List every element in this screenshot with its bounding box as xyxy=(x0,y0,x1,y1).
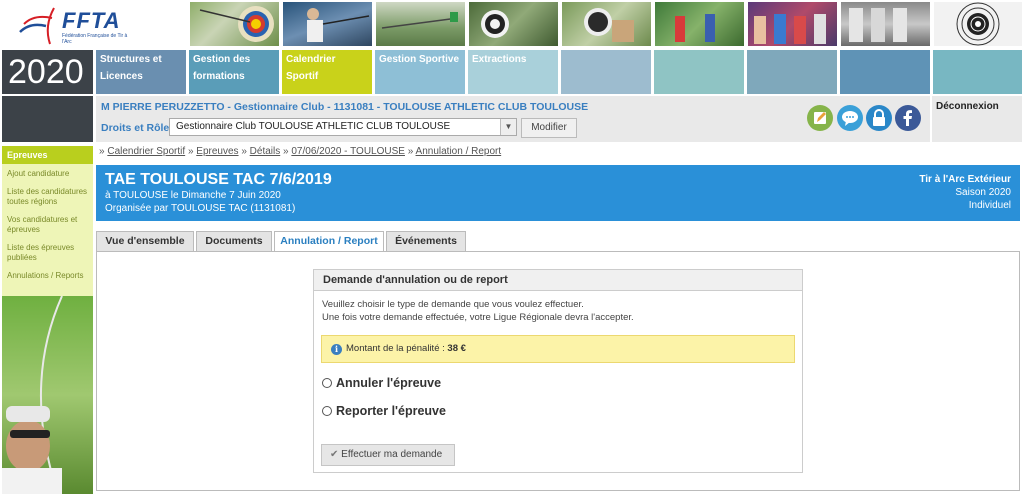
chevron-down-icon: ▼ xyxy=(500,119,516,135)
option-cancel[interactable]: Annuler l'épreuve xyxy=(322,376,441,390)
modify-button[interactable]: Modifier xyxy=(521,118,577,138)
breadcrumb-separator: » xyxy=(241,146,247,157)
sidebar-header-block xyxy=(2,96,93,142)
check-icon: ✔ xyxy=(330,449,339,460)
tab-documents[interactable]: Documents xyxy=(196,231,272,251)
ffta-logo-icon xyxy=(19,7,55,45)
postpone-radio[interactable] xyxy=(322,406,332,416)
event-type: Individuel xyxy=(968,200,1011,211)
season-year: 2020 xyxy=(2,50,93,94)
breadcrumb-separator: » xyxy=(407,146,414,157)
sidebar-item-annulations-reports[interactable]: Annulations / Reports xyxy=(2,269,93,283)
breadcrumb-item-epreuves[interactable]: Epreuves xyxy=(196,146,238,157)
event-discipline: Tir à l'Arc Extérieur xyxy=(919,174,1011,185)
penalty-notice: i Montant de la pénalité : 38 € xyxy=(321,335,795,363)
event-location-date: à TOULOUSE le Dimanche 7 Juin 2020 xyxy=(105,190,281,201)
tab-evenements[interactable]: Événements xyxy=(386,231,466,251)
penalty-label: Montant de la pénalité : xyxy=(346,343,445,354)
nav-tile-empty xyxy=(561,50,651,94)
breadcrumb-separator: » xyxy=(283,146,289,157)
header-photo xyxy=(562,2,651,46)
option-postpone[interactable]: Reporter l'épreuve xyxy=(322,404,446,418)
header-photo xyxy=(376,2,465,46)
penalty-amount: 38 € xyxy=(447,343,466,354)
cancel-radio[interactable] xyxy=(322,378,332,388)
role-select[interactable]: Gestionnaire Club TOULOUSE ATHLETIC CLUB… xyxy=(169,118,517,136)
role-select-value: Gestionnaire Club TOULOUSE ATHLETIC CLUB… xyxy=(176,121,451,132)
chat-icon[interactable] xyxy=(837,105,863,131)
request-heading: Demande d'annulation ou de report xyxy=(314,270,802,291)
event-title: TAE TOULOUSE TAC 7/6/2019 xyxy=(105,171,332,188)
sidebar-heading: Epreuves xyxy=(2,146,93,164)
logo-text: FFTA xyxy=(62,8,121,33)
sidebar-item-vos-candidatures[interactable]: Vos candidatures et épreuves xyxy=(2,213,93,237)
breadcrumb-separator: » xyxy=(187,146,194,157)
submit-request-button[interactable]: ✔ Effectuer ma demande xyxy=(321,444,455,466)
info-icon: i xyxy=(331,344,342,355)
tab-annulation-report[interactable]: Annulation / Report xyxy=(274,231,384,252)
header-photo xyxy=(190,2,279,46)
logout-link[interactable]: Déconnexion xyxy=(932,96,1022,142)
breadcrumb-separator: » xyxy=(99,146,105,157)
nav-tile-empty xyxy=(654,50,744,94)
sidebar-item-epreuves-publiees[interactable]: Liste des épreuves publiées xyxy=(2,241,93,265)
nav-gestion-formations[interactable]: Gestion des formations xyxy=(189,50,279,94)
event-banner: TAE TOULOUSE TAC 7/6/2019 à TOULOUSE le … xyxy=(96,165,1020,221)
sidebar-item-liste-candidatures[interactable]: Liste des candidatures toutes régions xyxy=(2,185,93,209)
event-season: Saison 2020 xyxy=(955,187,1011,198)
request-intro-line2: Une fois votre demande effectuée, votre … xyxy=(322,312,634,323)
header-photo xyxy=(934,2,1022,46)
header-photo xyxy=(748,2,837,46)
nav-structures-licences[interactable]: Structures et Licences xyxy=(96,50,186,94)
breadcrumb: » Calendrier Sportif » Epreuves » Détail… xyxy=(99,146,501,157)
event-organizer: Organisée par TOULOUSE TAC (1131081) xyxy=(105,203,296,214)
ffta-logo[interactable]: FFTA Fédération Française de Tir à l'Arc xyxy=(2,2,186,48)
header-photo xyxy=(283,2,372,46)
breadcrumb-item-details[interactable]: Détails xyxy=(250,146,281,157)
nav-tile-empty xyxy=(933,50,1022,94)
header-photo xyxy=(655,2,744,46)
tab-vue-ensemble[interactable]: Vue d'ensemble xyxy=(96,231,194,251)
role-label: Droits et Rôle : xyxy=(101,122,176,134)
nav-extractions[interactable]: Extractions xyxy=(468,50,558,94)
option-cancel-label: Annuler l'épreuve xyxy=(336,376,442,390)
nav-calendrier-sportif[interactable]: Calendrier Sportif xyxy=(282,50,372,94)
nav-gestion-sportive[interactable]: Gestion Sportive xyxy=(375,50,465,94)
request-intro-line1: Veuillez choisir le type de demande que … xyxy=(322,299,584,310)
header-photo xyxy=(469,2,558,46)
cancellation-request-box: Demande d'annulation ou de report Veuill… xyxy=(313,269,803,473)
sidebar-photo xyxy=(2,296,93,494)
sidebar-menu: Epreuves Ajout candidature Liste des can… xyxy=(2,146,93,296)
breadcrumb-item-event[interactable]: 07/06/2020 - TOULOUSE xyxy=(291,146,405,157)
option-postpone-label: Reporter l'épreuve xyxy=(336,404,446,418)
user-identity: M PIERRE PERUZZETTO - Gestionnaire Club … xyxy=(101,101,589,113)
logo-subtitle: Fédération Française de Tir à l'Arc xyxy=(62,33,128,45)
user-bar: M PIERRE PERUZZETTO - Gestionnaire Club … xyxy=(96,96,930,142)
breadcrumb-item-annulation[interactable]: Annulation / Report xyxy=(416,146,502,157)
breadcrumb-item-calendrier[interactable]: Calendrier Sportif xyxy=(107,146,185,157)
lock-icon[interactable] xyxy=(866,105,892,131)
edit-icon[interactable] xyxy=(807,105,833,131)
facebook-icon[interactable] xyxy=(895,105,921,131)
nav-tile-empty xyxy=(840,50,930,94)
submit-label: Effectuer ma demande xyxy=(341,449,443,460)
nav-tile-empty xyxy=(747,50,837,94)
header-photo xyxy=(841,2,930,46)
event-meta: Tir à l'Arc Extérieur Saison 2020 Indivi… xyxy=(919,173,1011,212)
sidebar-item-ajout-candidature[interactable]: Ajout candidature xyxy=(2,167,93,181)
